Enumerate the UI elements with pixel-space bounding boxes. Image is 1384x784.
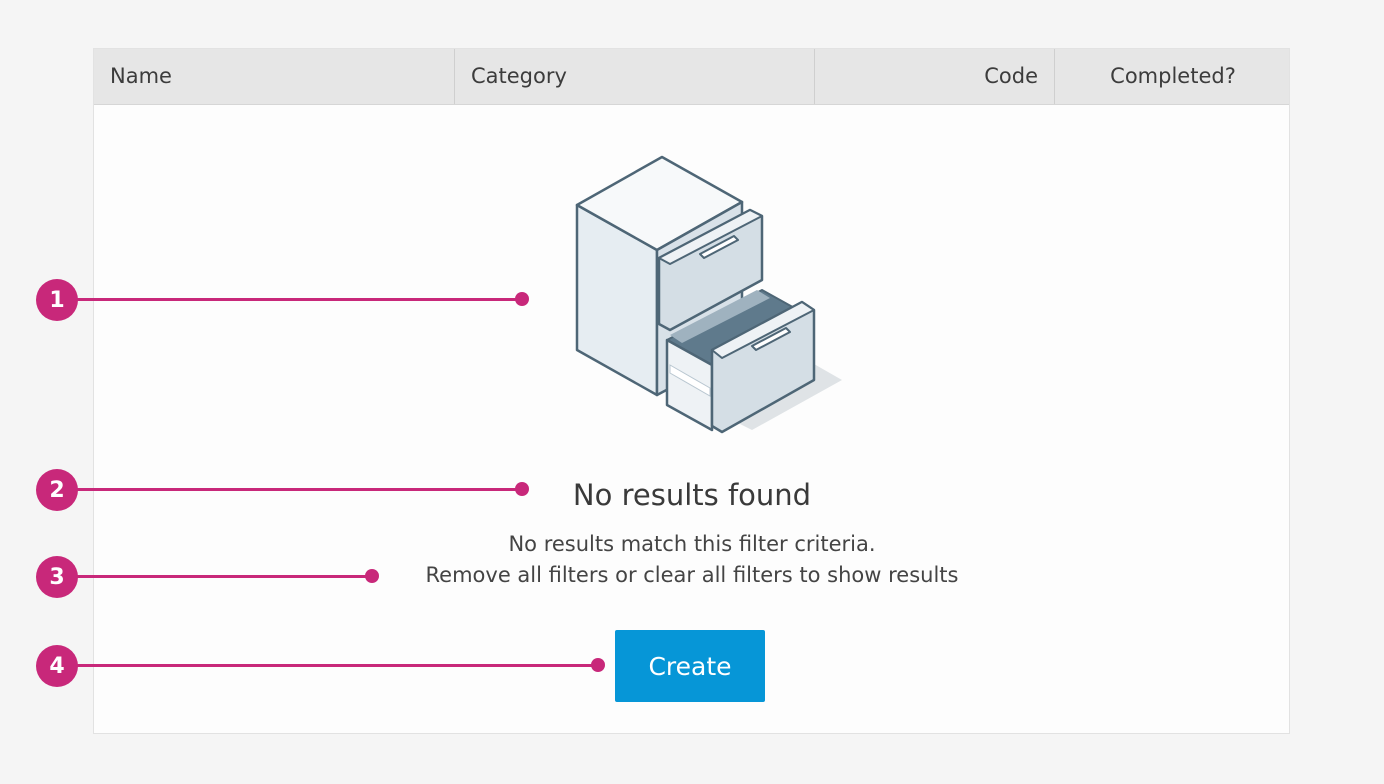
callout-line-4 bbox=[74, 664, 598, 667]
table-header: Name Category Code Completed? bbox=[94, 49, 1289, 105]
create-button[interactable]: Create bbox=[615, 630, 765, 702]
callout-dot-3 bbox=[365, 569, 379, 583]
callout-badge-1: 1 bbox=[36, 279, 78, 321]
column-header-completed[interactable]: Completed? bbox=[1054, 49, 1291, 104]
empty-state-description-line-1: No results match this filter criteria. bbox=[508, 532, 876, 556]
callout-line-3 bbox=[74, 575, 372, 578]
empty-state-title: No results found bbox=[572, 478, 812, 512]
column-header-code[interactable]: Code bbox=[814, 49, 1054, 104]
callout-badge-4: 4 bbox=[36, 645, 78, 687]
file-cabinet-illustration bbox=[575, 155, 842, 434]
callout-dot-4 bbox=[591, 658, 605, 672]
column-header-name[interactable]: Name bbox=[94, 49, 454, 104]
callout-line-1 bbox=[74, 298, 522, 301]
callout-badge-3: 3 bbox=[36, 556, 78, 598]
column-header-category[interactable]: Category bbox=[454, 49, 814, 104]
callout-badge-2: 2 bbox=[36, 469, 78, 511]
callout-line-2 bbox=[74, 488, 522, 491]
callout-dot-2 bbox=[515, 482, 529, 496]
callout-dot-1 bbox=[515, 292, 529, 306]
